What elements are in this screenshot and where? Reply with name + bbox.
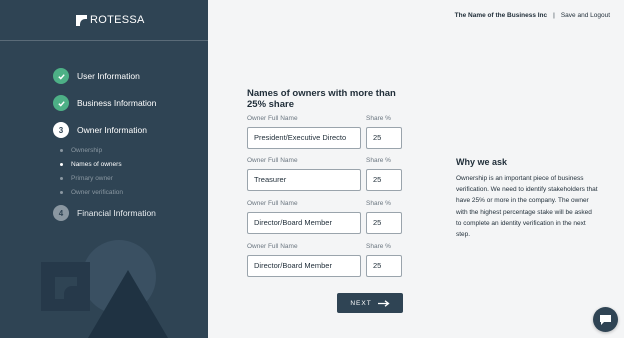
step-label: Business Information [77,98,157,108]
business-name: The Name of the Business Inc [454,12,548,19]
save-and-logout-link[interactable]: Save and Logout [561,12,610,19]
rotessa-logo[interactable]: ROTESSA [76,14,145,26]
share-field[interactable]: 25 [366,255,402,277]
header-separator: | [553,12,555,19]
form-title: Names of owners with more than 25% share [247,88,396,110]
substep-ownership[interactable]: Ownership [60,147,102,154]
why-text: Ownership is an important piece of busin… [456,175,598,239]
substep-label: Ownership [71,147,103,154]
share-field[interactable]: 25 [366,127,402,149]
substep-owner-verification[interactable]: Owner verification [60,189,123,196]
bullet-icon [60,177,63,180]
owner-name-label: Owner Full Name [247,157,298,164]
share-label: Share % [366,115,391,122]
owner-name-label: Owner Full Name [247,200,298,207]
substep-label: Names of owners [71,161,122,168]
share-field[interactable]: 25 [366,212,402,234]
bullet-icon [60,191,63,194]
step-number: 4 [53,205,69,221]
chat-button[interactable] [593,307,618,332]
why-we-ask-panel: Why we ask Ownership is an important pie… [456,157,598,240]
substep-label: Owner verification [71,189,124,196]
step-user-information[interactable]: User Information [53,68,140,84]
step-business-information[interactable]: Business Information [53,95,156,111]
decorative-logo-icon [55,277,77,299]
step-label: Owner Information [77,125,147,135]
share-label: Share % [366,200,391,207]
owner-name-label: Owner Full Name [247,115,298,122]
owner-name-field[interactable]: Treasurer [247,169,361,191]
owner-name-field[interactable]: Director/Board Member [247,255,361,277]
logo-text: ROTESSA [90,14,145,26]
top-header: The Name of the Business Inc | Save and … [455,12,610,19]
bullet-icon [60,163,63,166]
owner-name-field[interactable]: President/Executive Directo [247,127,361,149]
check-icon [53,68,69,84]
check-icon [53,95,69,111]
substep-primary-owner[interactable]: Primary owner [60,175,113,182]
logo-mark-icon [76,14,87,26]
decorative-triangle [88,270,168,338]
substep-names-of-owners[interactable]: Names of owners [60,161,122,168]
chat-icon [600,314,611,325]
share-label: Share % [366,157,391,164]
bullet-icon [60,149,63,152]
share-field[interactable]: 25 [366,169,402,191]
substep-label: Primary owner [71,175,113,182]
next-label: NEXT [350,299,372,307]
step-label: User Information [77,71,140,81]
share-label: Share % [366,243,391,250]
step-owner-information[interactable]: 3 Owner Information [53,122,147,138]
step-financial-information[interactable]: 4 Financial Information [53,205,156,221]
sidebar-divider [0,40,208,41]
step-label: Financial Information [77,208,156,218]
owner-name-label: Owner Full Name [247,243,298,250]
why-title: Why we ask [456,157,508,167]
step-number: 3 [53,122,69,138]
owner-name-field[interactable]: Director/Board Member [247,212,361,234]
next-button[interactable]: NEXT [337,293,403,313]
arrow-right-icon [377,299,390,307]
sidebar: ROTESSA User Information Business Inform… [0,0,208,338]
